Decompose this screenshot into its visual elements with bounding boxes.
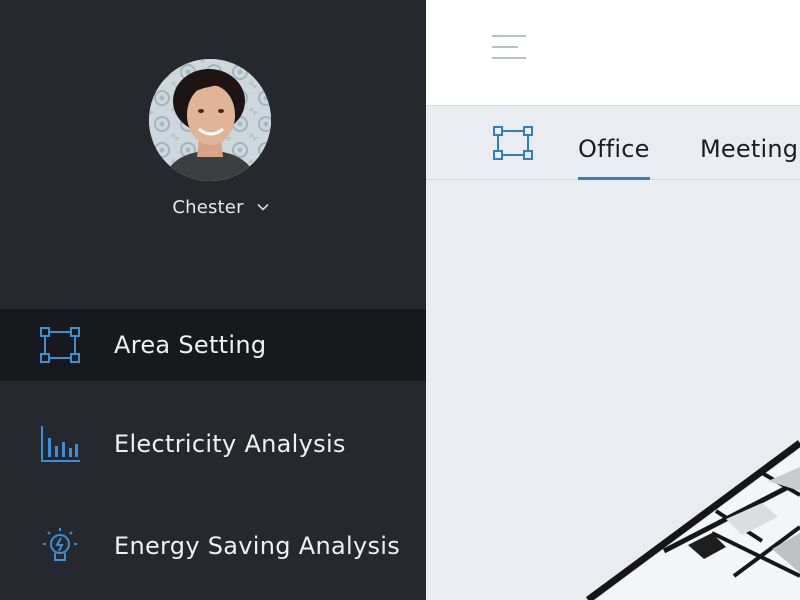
hamburger-icon[interactable] [492, 33, 528, 61]
avatar[interactable] [149, 59, 271, 181]
sidebar-item-energy-saving-analysis[interactable]: Energy Saving Analysis [0, 510, 426, 582]
floor-plan-3d[interactable] [426, 181, 800, 600]
bar-chart-icon [41, 426, 80, 462]
sidebar-item-area-setting[interactable]: Area Setting [0, 309, 426, 381]
avatar-photo [149, 59, 271, 181]
area-setting-icon[interactable] [492, 125, 534, 161]
sidebar-item-label: Energy Saving Analysis [114, 532, 401, 560]
tab-office[interactable]: Office [578, 135, 650, 180]
sidebar-item-label: Electricity Analysis [114, 430, 346, 458]
user-menu[interactable]: Chester [0, 194, 426, 220]
tab-meeting[interactable]: Meeting [700, 135, 798, 179]
lightbulb-icon [43, 528, 77, 561]
tab-bar: Office Meeting [426, 107, 800, 180]
sidebar-item-electricity-analysis[interactable]: Electricity Analysis [0, 408, 426, 480]
main-panel: Office Meeting [426, 0, 800, 600]
top-bar [426, 0, 800, 106]
sidebar-item-label: Area Setting [114, 331, 267, 359]
sidebar: Chester Area Setting Electricity Analysi… [0, 0, 426, 600]
chevron-down-icon [257, 203, 269, 211]
user-name: Chester [172, 196, 244, 218]
area-setting-icon [40, 327, 80, 363]
